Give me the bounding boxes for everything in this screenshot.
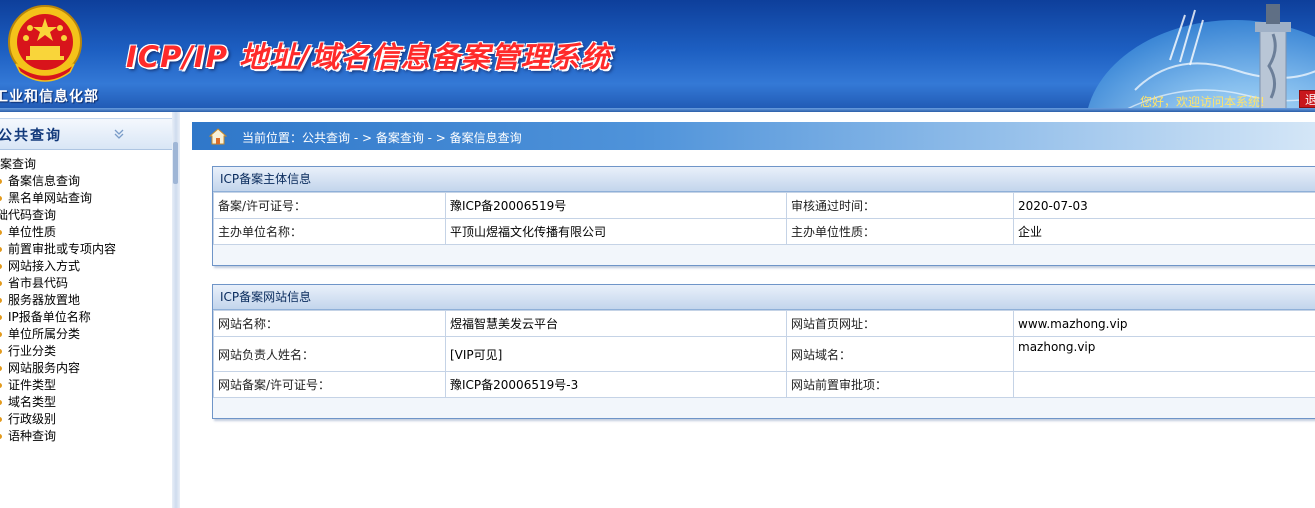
nav-item-access-method[interactable]: 网站接入方式	[0, 258, 116, 275]
nav-item-label: 行政级别	[8, 412, 57, 426]
value-sponsor-name: 平顶山煜福文化传播有限公司	[445, 218, 787, 245]
value-pre-approval	[1013, 371, 1315, 398]
label-homepage-url: 网站首页网址：	[786, 310, 1014, 337]
nav-item-label: 网站服务内容	[8, 361, 81, 375]
table-row: 备案/许可证号： 豫ICP备20006519号 审核通过时间： 2020-07-…	[213, 192, 1315, 219]
nav-item-label: 网站接入方式	[8, 259, 81, 273]
bullet-icon	[0, 417, 2, 422]
subject-info-panel: ICP备案主体信息 备案/许可证号： 豫ICP备20006519号 审核通过时间…	[212, 166, 1315, 266]
nav-item-pre-approval[interactable]: 前置审批或专项内容	[0, 241, 116, 258]
nav-item-label: 单位性质	[8, 225, 57, 239]
label-license-no: 备案/许可证号：	[213, 192, 446, 219]
nav-item-unit-category[interactable]: 单位所属分类	[0, 326, 116, 343]
nav-item-label: 服务器放置地	[8, 293, 81, 307]
nav-item-label: 行业分类	[8, 344, 57, 358]
bullet-icon	[0, 264, 2, 269]
value-sponsor-nature: 企业	[1013, 218, 1315, 245]
nav-item-service-content[interactable]: 网站服务内容	[0, 360, 116, 377]
value-license-no: 豫ICP备20006519号	[445, 192, 787, 219]
bullet-icon	[0, 383, 2, 388]
header-divider	[0, 108, 1315, 112]
label-site-owner: 网站负责人姓名：	[213, 336, 446, 372]
bullet-icon	[0, 434, 2, 439]
nav-item-label: 前置审批或专项内容	[8, 242, 117, 256]
nav-item-industry[interactable]: 行业分类	[0, 343, 116, 360]
website-info-table: 网站名称： 煜福智慧美发云平台 网站首页网址： www.mazhong.vip …	[213, 310, 1315, 398]
collapse-chevron-icon[interactable]	[112, 127, 126, 141]
nav-item-id-type[interactable]: 证件类型	[0, 377, 116, 394]
label-sponsor-nature: 主办单位性质：	[786, 218, 1014, 245]
nav-item-region-code[interactable]: 省市县代码	[0, 275, 116, 292]
breadcrumb-text: 当前位置：公共查询 - > 备案查询 - > 备案信息查询	[242, 131, 522, 145]
sidebar-splitter[interactable]	[172, 112, 180, 508]
nav-item-label: 域名类型	[8, 395, 57, 409]
nav-group-record-query[interactable]: 备案查询	[0, 156, 116, 173]
bullet-icon	[0, 179, 2, 184]
nav-item-blacklist-query[interactable]: 黑名单网站查询	[0, 190, 116, 207]
sidebar-header[interactable]: 公共查询	[0, 118, 172, 150]
bullet-icon	[0, 400, 2, 405]
sidebar-nav: 备案查询 备案信息查询 黑名单网站查询 基础代码查询 单位性质 前置审批或专项内…	[0, 156, 116, 445]
panel-footer	[213, 245, 1315, 265]
vip-visible-link[interactable]: [VIP可见]	[445, 336, 787, 372]
website-panel-heading: ICP备案网站信息	[213, 285, 1315, 310]
panel-footer	[213, 398, 1315, 418]
table-row: 网站名称： 煜福智慧美发云平台 网站首页网址： www.mazhong.vip	[213, 310, 1315, 337]
nav-item-unit-nature[interactable]: 单位性质	[0, 224, 116, 241]
bullet-icon	[0, 196, 2, 201]
table-row: 网站备案/许可证号： 豫ICP备20006519号-3 网站前置审批项：	[213, 371, 1315, 398]
ministry-name: 工业和信息化部	[0, 89, 99, 105]
value-site-name: 煜福智慧美发云平台	[445, 310, 787, 337]
nav-item-label: IP报备单位名称	[8, 310, 91, 324]
splitter-handle[interactable]	[173, 142, 178, 184]
site-domain-link[interactable]: mazhong.vip	[1013, 336, 1315, 372]
nav-item-admin-level[interactable]: 行政级别	[0, 411, 116, 428]
nav-item-ip-unit-name[interactable]: IP报备单位名称	[0, 309, 116, 326]
home-icon	[209, 128, 227, 145]
header-banner: 工业和信息化部 ICP/IP 地址/域名信息备案管理系统 您好，欢迎访问本系统!…	[0, 0, 1315, 112]
subject-info-table: 备案/许可证号： 豫ICP备20006519号 审核通过时间： 2020-07-…	[213, 192, 1315, 245]
bullet-icon	[0, 298, 2, 303]
value-approval-time: 2020-07-03	[1013, 192, 1315, 219]
nav-item-server-location[interactable]: 服务器放置地	[0, 292, 116, 309]
website-info-panel: ICP备案网站信息 网站名称： 煜福智慧美发云平台 网站首页网址： www.ma…	[212, 284, 1315, 419]
nav-group-base-code-query[interactable]: 基础代码查询	[0, 207, 116, 224]
label-site-license-no: 网站备案/许可证号：	[213, 371, 446, 398]
table-row: 主办单位名称： 平顶山煜福文化传播有限公司 主办单位性质： 企业	[213, 218, 1315, 245]
nav-item-label: 语种查询	[8, 429, 57, 443]
nav-item-label: 省市县代码	[8, 276, 69, 290]
bullet-icon	[0, 332, 2, 337]
nav-item-language[interactable]: 语种查询	[0, 428, 116, 445]
table-row: 网站负责人姓名： [VIP可见] 网站域名： mazhong.vip	[213, 336, 1315, 372]
bullet-icon	[0, 349, 2, 354]
homepage-url-link[interactable]: www.mazhong.vip	[1013, 310, 1315, 337]
breadcrumb: 当前位置：公共查询 - > 备案查询 - > 备案信息查询	[192, 122, 1315, 150]
subject-panel-heading: ICP备案主体信息	[213, 167, 1315, 192]
nav-item-record-info-query[interactable]: 备案信息查询	[0, 173, 116, 190]
nav-item-label: 证件类型	[8, 378, 57, 392]
sidebar-title: 公共查询	[0, 128, 62, 144]
system-title: ICP/IP 地址/域名信息备案管理系统	[126, 40, 611, 74]
nav-item-label: 备案信息查询	[8, 174, 81, 188]
national-emblem-icon	[8, 5, 82, 82]
label-approval-time: 审核通过时间：	[786, 192, 1014, 219]
label-pre-approval: 网站前置审批项：	[786, 371, 1014, 398]
bullet-icon	[0, 366, 2, 371]
nav-item-label: 黑名单网站查询	[8, 191, 93, 205]
bullet-icon	[0, 247, 2, 252]
nav-item-domain-type[interactable]: 域名类型	[0, 394, 116, 411]
bullet-icon	[0, 281, 2, 286]
value-site-license-no: 豫ICP备20006519号-3	[445, 371, 787, 398]
nav-item-label: 单位所属分类	[8, 327, 81, 341]
bullet-icon	[0, 315, 2, 320]
label-site-domain: 网站域名：	[786, 336, 1014, 372]
sidebar: 公共查询 备案查询 备案信息查询 黑名单网站查询 基础代码查询 单位性质 前置审…	[0, 112, 173, 508]
bullet-icon	[0, 230, 2, 235]
label-site-name: 网站名称：	[213, 310, 446, 337]
label-sponsor-name: 主办单位名称：	[213, 218, 446, 245]
logout-button[interactable]: 退	[1299, 90, 1315, 108]
